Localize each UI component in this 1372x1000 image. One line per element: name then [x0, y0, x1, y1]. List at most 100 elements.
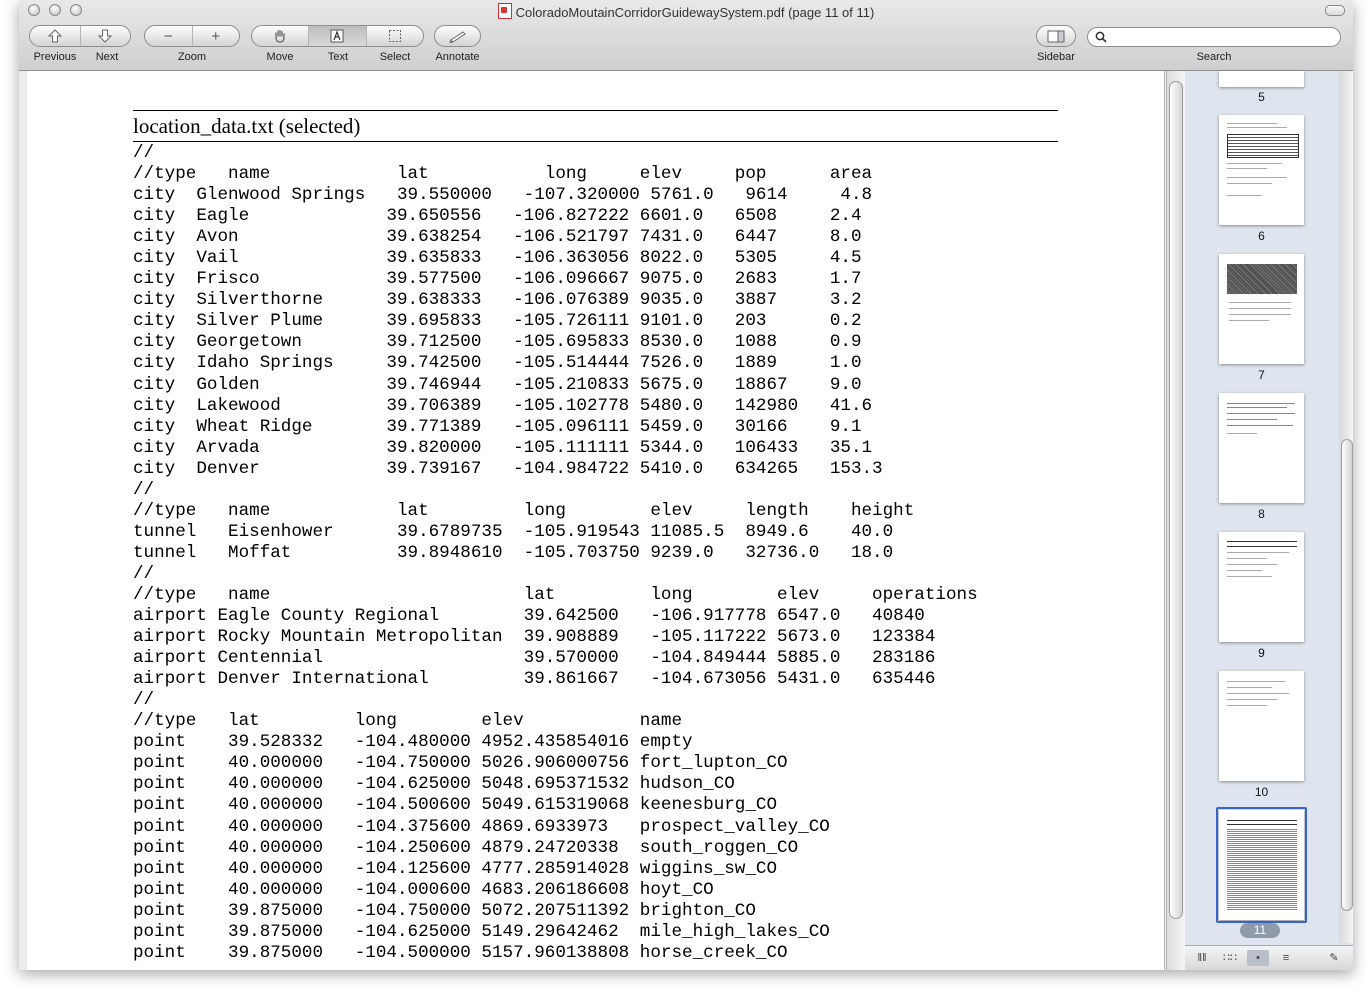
text-line[interactable]: city Idaho Springs 39.742500 -105.514444…: [133, 353, 978, 374]
document-scroll-thumb[interactable]: [1169, 81, 1183, 919]
page-number-11: 11: [1240, 923, 1280, 938]
annotate-button[interactable]: [435, 26, 480, 46]
next-label: Next: [95, 51, 119, 63]
pdf-file-icon: [497, 3, 512, 19]
grid-icon: ∷∷: [1223, 952, 1237, 964]
sidebar-segment: [1036, 25, 1076, 47]
window-title-area: ColoradoMoutainCorridorGuidewaySystem.pd…: [19, 3, 1353, 20]
window-title: ColoradoMoutainCorridorGuidewaySystem.pd…: [515, 5, 875, 20]
text-line[interactable]: airport Denver International 39.861667 -…: [133, 669, 978, 690]
text-line[interactable]: point 39.875000 -104.625000 5149.2964246…: [133, 922, 978, 943]
text-line[interactable]: city Avon 39.638254 -106.521797 7431.0 6…: [133, 227, 978, 248]
text-line[interactable]: airport Eagle County Regional 39.642500 …: [133, 606, 978, 627]
zoom-segment: − +: [144, 25, 240, 47]
search-label: Search: [1196, 51, 1232, 63]
pencil-icon: [448, 31, 466, 43]
annotate-label: Annotate: [435, 51, 480, 63]
document-view[interactable]: location_data.txt (selected) ////type na…: [27, 71, 1165, 970]
page-number-10: 10: [1254, 785, 1269, 799]
page-thumbnail-9[interactable]: [1219, 532, 1304, 642]
move-label: Move: [266, 51, 294, 63]
text-line[interactable]: point 39.875000 -104.500000 5157.9601388…: [133, 943, 978, 964]
text-cursor-icon: [330, 29, 344, 43]
sidebar-bottom-bar: ‖‖ ∷∷ • ≡ ✎: [1185, 945, 1353, 970]
text-line[interactable]: point 39.528332 -104.480000 4952.4358540…: [133, 732, 978, 753]
text-line[interactable]: //type name lat long elev length height: [133, 501, 978, 522]
text-line[interactable]: city Georgetown 39.712500 -105.695833 85…: [133, 332, 978, 353]
text-line[interactable]: //: [133, 564, 978, 585]
list-view-button[interactable]: ≡: [1275, 950, 1297, 966]
text-line[interactable]: point 40.000000 -104.625000 5048.6953715…: [133, 774, 978, 795]
text-line[interactable]: city Frisco 39.577500 -106.096667 9075.0…: [133, 269, 978, 290]
text-line[interactable]: tunnel Moffat 39.8948610 -105.703750 923…: [133, 543, 978, 564]
plus-icon: +: [211, 27, 221, 45]
zoom-label: Zoom: [177, 51, 207, 63]
preview-window: ColoradoMoutainCorridorGuidewaySystem.pd…: [19, 0, 1353, 970]
page-thumbnail-6[interactable]: [1219, 115, 1304, 225]
next-button[interactable]: [81, 26, 131, 46]
text-label: Text: [327, 51, 349, 63]
selected-text-block[interactable]: ////type name lat long elev pop area city…: [133, 143, 978, 964]
tool-mode-segment: [251, 25, 424, 47]
page-thumbnail-10[interactable]: [1219, 671, 1304, 781]
list-icon: ≡: [1282, 952, 1290, 964]
text-line[interactable]: //: [133, 143, 978, 164]
text-tool-button[interactable]: [309, 26, 367, 46]
text-line[interactable]: point 40.000000 -104.375600 4869.6933973…: [133, 817, 978, 838]
text-line[interactable]: city Lakewood 39.706389 -105.102778 5480…: [133, 396, 978, 417]
sidebar-scroll-thumb[interactable]: [1341, 439, 1353, 911]
text-line[interactable]: city Denver 39.739167 -104.984722 5410.0…: [133, 459, 978, 480]
text-line[interactable]: point 40.000000 -104.000600 4683.2061866…: [133, 880, 978, 901]
text-line[interactable]: city Silver Plume 39.695833 -105.726111 …: [133, 311, 978, 332]
text-line[interactable]: point 40.000000 -104.750000 5026.9060007…: [133, 753, 978, 774]
prev-next-segment: [29, 25, 131, 47]
dot-icon: •: [1256, 952, 1260, 964]
text-line[interactable]: city Silverthorne 39.638333 -106.076389 …: [133, 290, 978, 311]
columns-icon: ‖‖: [1197, 952, 1207, 964]
page-number-8: 8: [1258, 507, 1265, 521]
selection-icon: [388, 30, 401, 42]
previous-button[interactable]: [30, 26, 81, 46]
text-line[interactable]: city Wheat Ridge 39.771389 -105.096111 5…: [133, 417, 978, 438]
text-line[interactable]: //type name lat long elev pop area: [133, 164, 978, 185]
search-field[interactable]: [1087, 27, 1341, 47]
grid-view-button[interactable]: ∷∷: [1219, 950, 1241, 966]
text-line[interactable]: airport Rocky Mountain Metropolitan 39.9…: [133, 627, 978, 648]
text-line[interactable]: //type lat long elev name: [133, 711, 978, 732]
text-line[interactable]: city Eagle 39.650556 -106.827222 6601.0 …: [133, 206, 978, 227]
up-arrow-icon: [47, 29, 62, 43]
page-thumbnail-8[interactable]: [1219, 393, 1304, 503]
pencil-icon: ✎: [1329, 952, 1339, 964]
hand-icon: [275, 29, 285, 43]
page-number-9: 9: [1258, 646, 1265, 660]
thumbnail-view-button[interactable]: ‖‖: [1191, 950, 1213, 966]
page-thumbnail-5[interactable]: [1219, 71, 1304, 87]
sidebar-icon: [1047, 30, 1065, 42]
text-line[interactable]: point 40.000000 -104.500600 5049.6153190…: [133, 795, 978, 816]
text-line[interactable]: city Glenwood Springs 39.550000 -107.320…: [133, 185, 978, 206]
zoom-out-button[interactable]: −: [145, 26, 193, 46]
toolbar-toggle-button[interactable]: [1325, 5, 1345, 16]
text-line[interactable]: //type name lat long elev operations: [133, 585, 978, 606]
annotation-view-button[interactable]: ✎: [1323, 950, 1345, 966]
page-thumbnail-7[interactable]: [1219, 254, 1304, 364]
text-line[interactable]: point 40.000000 -104.125600 4777.2859140…: [133, 859, 978, 880]
select-tool-button[interactable]: [367, 26, 423, 46]
text-line[interactable]: city Golden 39.746944 -105.210833 5675.0…: [133, 375, 978, 396]
page-number-7: 7: [1258, 368, 1265, 382]
text-line[interactable]: point 40.000000 -104.250600 4879.2472033…: [133, 838, 978, 859]
text-line[interactable]: tunnel Eisenhower 39.6789735 -105.919543…: [133, 522, 978, 543]
text-line[interactable]: city Arvada 39.820000 -105.111111 5344.0…: [133, 438, 978, 459]
magnifier-icon: [1095, 31, 1107, 46]
sidebar-button[interactable]: [1037, 26, 1075, 46]
text-line[interactable]: point 39.875000 -104.750000 5072.2075113…: [133, 901, 978, 922]
text-line[interactable]: //: [133, 690, 978, 711]
document-scrollbar[interactable]: [1166, 71, 1185, 970]
text-line[interactable]: city Vail 39.635833 -106.363056 8022.0 5…: [133, 248, 978, 269]
sidebar-scrollbar[interactable]: [1339, 71, 1353, 943]
zoom-in-button[interactable]: +: [193, 26, 240, 46]
text-line[interactable]: airport Centennial 39.570000 -104.849444…: [133, 648, 978, 669]
text-line[interactable]: //: [133, 480, 978, 501]
single-view-button[interactable]: •: [1247, 950, 1269, 966]
move-tool-button[interactable]: [252, 26, 310, 46]
